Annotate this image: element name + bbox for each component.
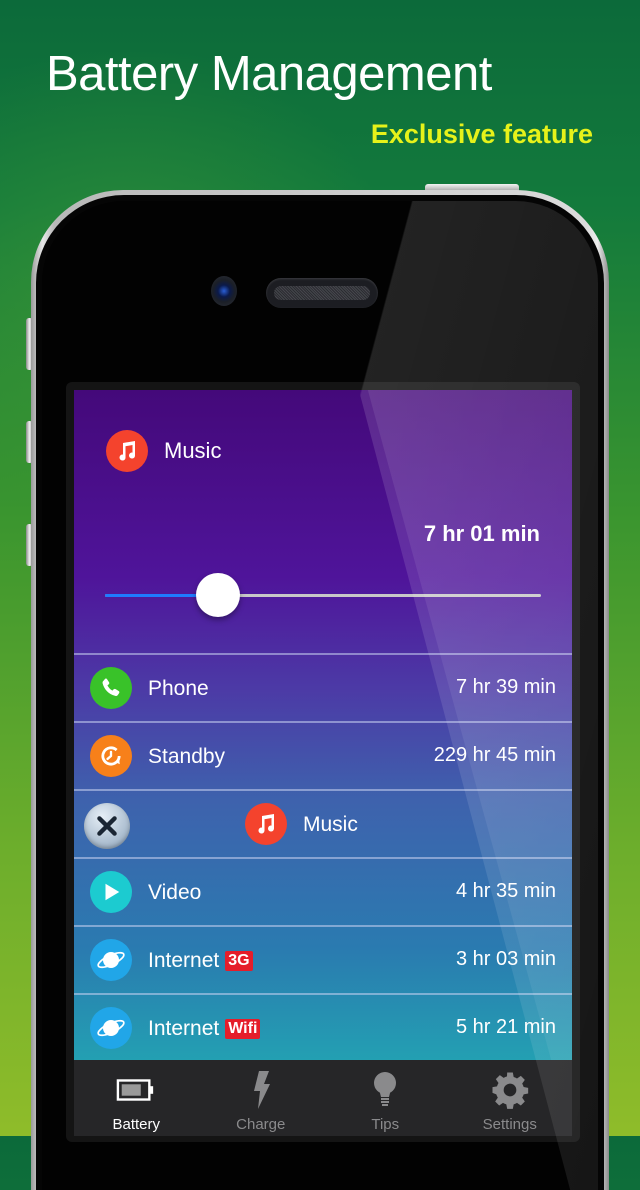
- remaining-time: 7 hr 01 min: [423, 521, 540, 546]
- row-value: 4 hr 35 min: [455, 880, 556, 902]
- tab-battery[interactable]: Battery: [74, 1060, 199, 1136]
- promo-title: Battery Management: [46, 47, 492, 101]
- slider-thumb[interactable]: [196, 573, 241, 617]
- row-value: 229 hr 45 min: [433, 744, 556, 766]
- music-note-icon: [245, 803, 287, 845]
- list-item-internet-3g[interactable]: Internet 3G 3 hr 03 min: [74, 925, 572, 993]
- planet-icon: [90, 1007, 132, 1049]
- earpiece-speaker: [266, 278, 378, 308]
- row-value: 5 hr 21 min: [455, 1016, 556, 1038]
- activity-label: Music: [164, 438, 222, 463]
- lightbulb-icon: [365, 1072, 405, 1108]
- tab-bar: Battery Charge Tips Settings: [74, 1060, 572, 1136]
- tab-label: Settings: [482, 1116, 537, 1133]
- lightning-icon: [241, 1071, 281, 1109]
- front-camera: [211, 276, 237, 306]
- tab-settings[interactable]: Settings: [448, 1060, 573, 1136]
- row-label: Internet 3G: [148, 949, 253, 973]
- row-label: Standby: [148, 745, 226, 768]
- row-label: Video: [148, 881, 202, 904]
- battery-icon: [116, 1072, 156, 1108]
- row-value: 3 hr 03 min: [455, 948, 556, 970]
- tab-label: Battery: [112, 1116, 161, 1133]
- list-item-internet-wifi[interactable]: Internet Wifi 5 hr 21 min: [74, 993, 572, 1061]
- close-x-icon[interactable]: [84, 803, 130, 849]
- tab-charge[interactable]: Charge: [199, 1060, 324, 1136]
- phone-icon: [90, 667, 132, 709]
- activity-list: Phone 7 hr 39 min Standby 229 hr 45 min …: [74, 653, 572, 1061]
- list-item-video[interactable]: Video 4 hr 35 min: [74, 857, 572, 925]
- network-badge: Wifi: [225, 1019, 261, 1039]
- play-icon: [90, 871, 132, 913]
- standby-clock-icon: [90, 735, 132, 777]
- planet-icon: [90, 939, 132, 981]
- tab-label: Tips: [371, 1116, 400, 1133]
- music-note-icon: [106, 430, 148, 472]
- gear-icon: [490, 1072, 530, 1109]
- row-label: Phone: [148, 677, 209, 700]
- row-value: 7 hr 39 min: [455, 676, 556, 698]
- app-screen: Music 7 hr 01 min Phone 7 hr 39 min Stan…: [74, 390, 572, 1136]
- row-label: Internet Wifi: [148, 1017, 261, 1041]
- promo-subtitle: Exclusive feature: [370, 119, 593, 149]
- list-item-phone[interactable]: Phone 7 hr 39 min: [74, 653, 572, 721]
- list-item-standby[interactable]: Standby 229 hr 45 min: [74, 721, 572, 789]
- tab-label: Charge: [236, 1116, 286, 1133]
- usage-slider[interactable]: [105, 570, 541, 618]
- row-label: Music: [303, 813, 358, 836]
- tab-tips[interactable]: Tips: [323, 1060, 448, 1136]
- network-badge: 3G: [225, 951, 253, 971]
- list-item-music-swiped[interactable]: Music: [74, 789, 572, 857]
- selected-activity-panel: Music 7 hr 01 min: [74, 390, 572, 653]
